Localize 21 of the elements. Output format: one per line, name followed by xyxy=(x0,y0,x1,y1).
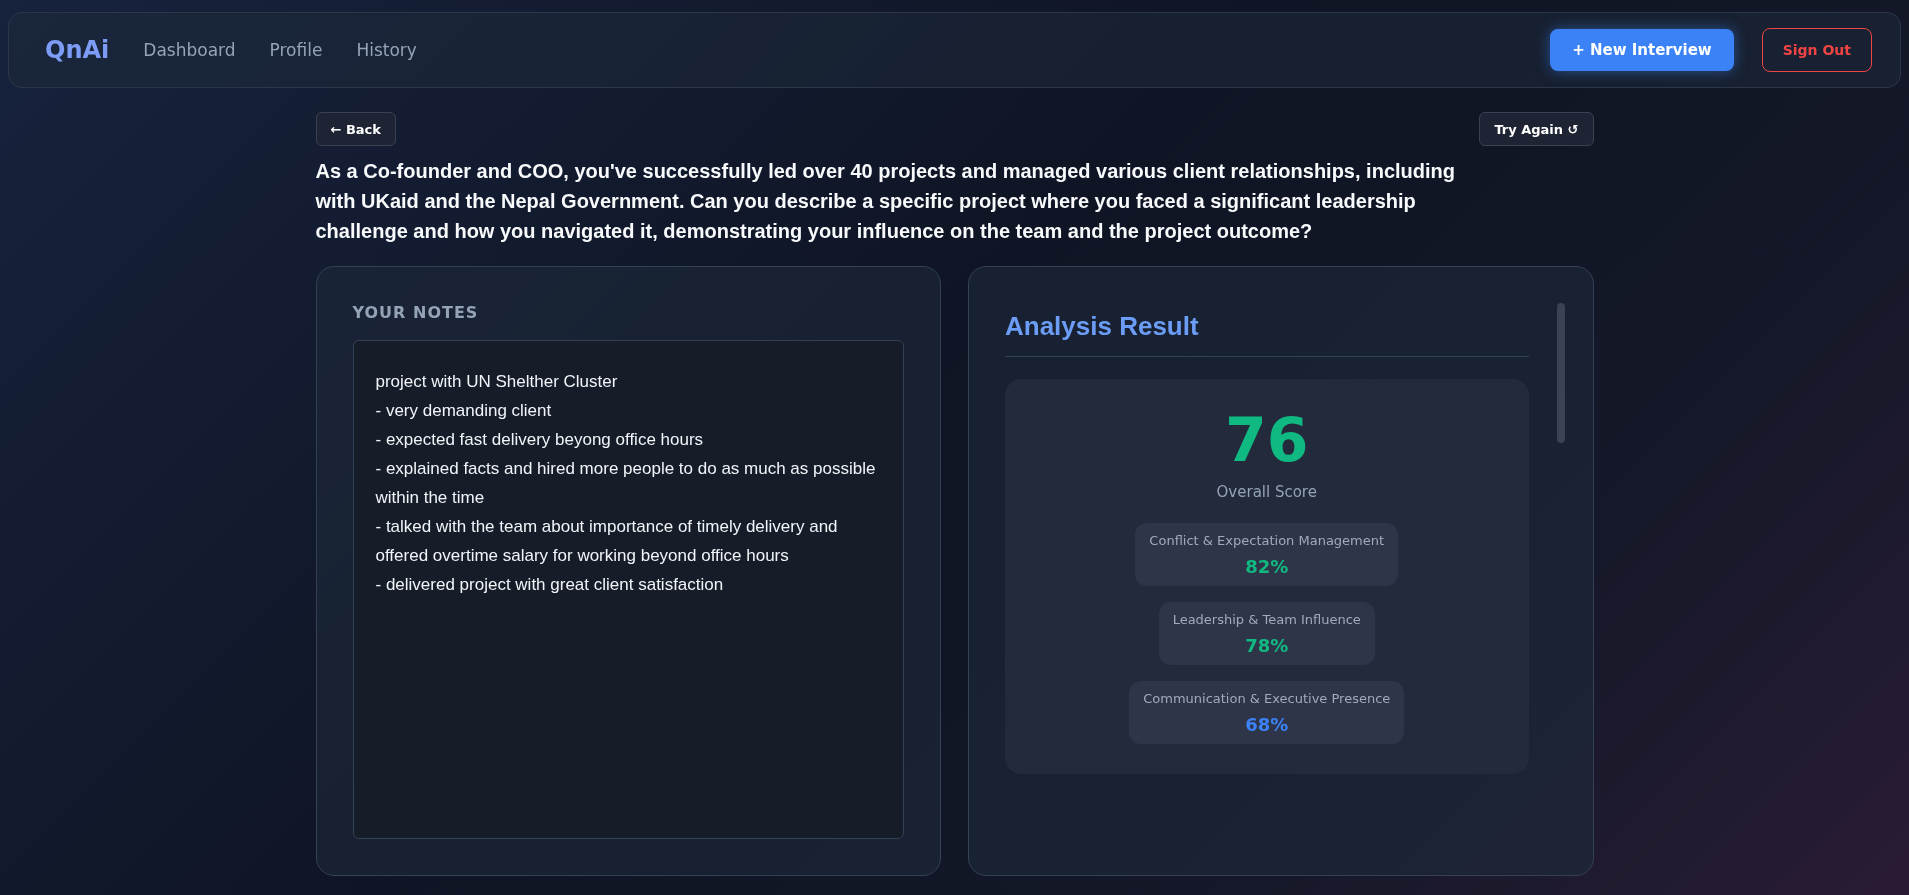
notes-field[interactable]: project with UN Shelther Cluster - very demanding client - expected fast delivery beyong office hours - explained facts and hired more people to do as much as possible within the time - talked with the team about importance of timely delivery and offered overtime salary for working beyond office hours - delivered project with great client satisfaction xyxy=(352,340,904,839)
metric-value: 78% xyxy=(1245,635,1289,656)
notes-title: YOUR NOTES xyxy=(352,303,480,322)
nav-link[interactable]: Dashboard xyxy=(143,40,236,60)
metric-label: Communication & Executive Presence xyxy=(1143,691,1391,706)
logo[interactable]: QnAi xyxy=(45,36,110,64)
sign-out-button[interactable]: Sign Out xyxy=(1761,28,1872,72)
metric-label: Conflict & Expectation Management xyxy=(1149,533,1385,548)
scrollbar-thumb[interactable] xyxy=(1556,303,1565,443)
metric-value: 68% xyxy=(1245,714,1289,735)
metric-value: 82% xyxy=(1245,556,1289,577)
score-label: Overall Score xyxy=(1216,483,1317,501)
nav-link[interactable]: Profile xyxy=(269,40,323,60)
new-interview-button[interactable]: + New Interview xyxy=(1550,29,1734,71)
overall-score: 76 xyxy=(1225,405,1309,475)
try-again-button[interactable]: Try Again ↺ xyxy=(1479,112,1594,146)
question-text: As a Co-founder and COO, you've successfully led over 40 projects and managed various client relationships, including with UKaid and the Nepal Government. Can you describe a specific project where you faced a significant leadership challenge and how you navigated it, demonstrating your influence on the team and the project outcome? xyxy=(315,159,1456,244)
nav-link[interactable]: History xyxy=(356,40,417,60)
back-button[interactable]: ← Back xyxy=(315,112,396,146)
analysis-title: Analysis Result xyxy=(1005,303,1529,357)
metric-label: Leadership & Team Influence xyxy=(1172,612,1361,627)
